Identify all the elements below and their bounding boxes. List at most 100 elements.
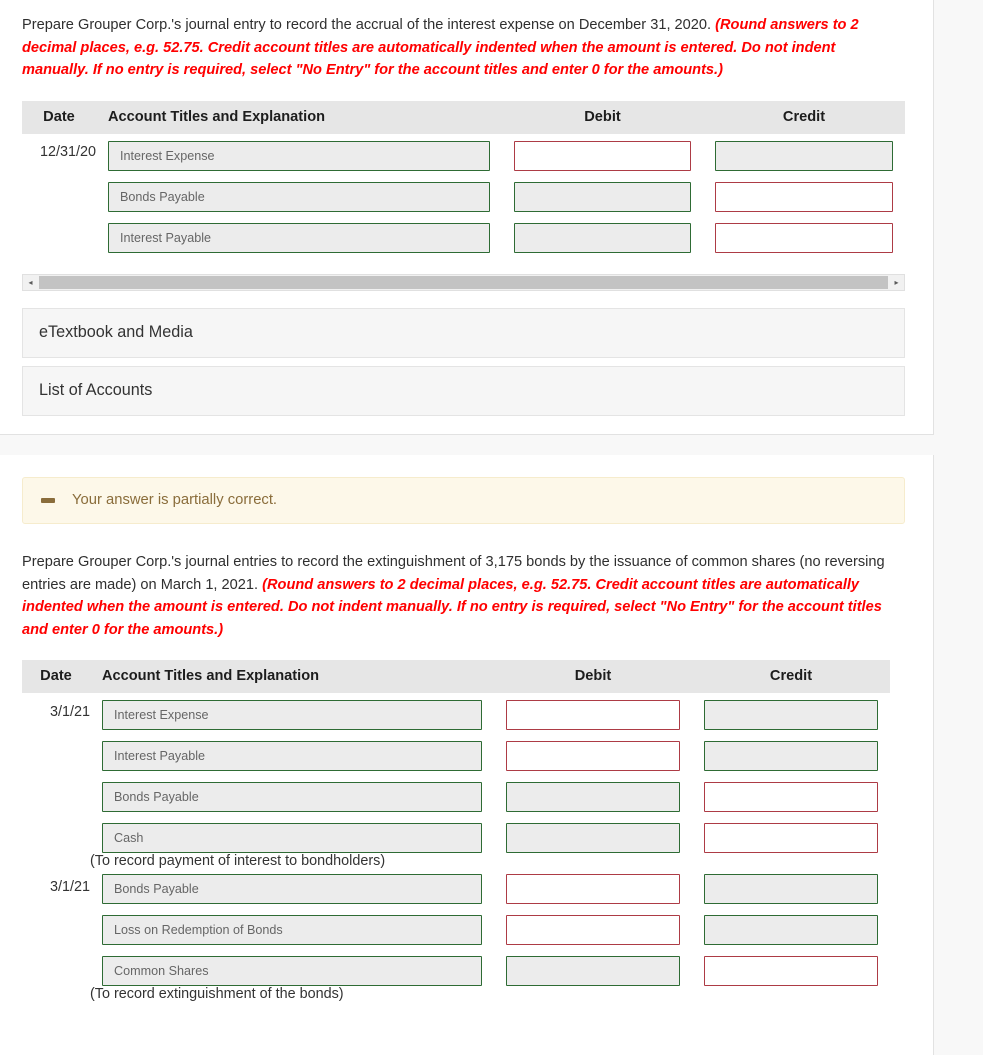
cell-account: Interest Payable <box>96 212 502 253</box>
account-title-select-6[interactable]: Loss on Redemption of Bonds <box>102 915 482 945</box>
table-row: Bonds Payable <box>22 171 905 212</box>
cell-credit <box>692 869 890 904</box>
debit-amount-input-3[interactable] <box>514 222 691 253</box>
scrollbar-thumb[interactable] <box>39 275 888 289</box>
cell-credit <box>692 812 890 853</box>
credit-amount-input-1[interactable] <box>704 700 878 730</box>
prompt-part-two: Prepare Grouper Corp.'s journal entries … <box>22 551 904 641</box>
cell-date: 3/1/21 <box>49 703 90 720</box>
cell-date <box>22 945 90 986</box>
question-card-part-one: Prepare Grouper Corp.'s journal entry to… <box>0 0 934 435</box>
credit-amount-input-3[interactable] <box>715 222 893 253</box>
account-title-select-1[interactable]: Interest Expense <box>108 140 490 171</box>
question-card-part-two: Your answer is partially correct. Prepar… <box>0 455 934 1055</box>
cell-date-empty <box>22 853 90 869</box>
debit-amount-input-7[interactable] <box>506 956 680 986</box>
cell-debit <box>494 812 692 853</box>
column-header-account: Account Titles and Explanation <box>96 100 502 134</box>
cell-credit <box>703 212 905 253</box>
etextbook-and-media-panel[interactable]: eTextbook and Media <box>22 307 905 358</box>
scroll-right-arrow-icon[interactable]: ▸ <box>889 274 904 290</box>
cell-debit <box>494 693 692 730</box>
debit-amount-input-6[interactable] <box>506 915 680 945</box>
cell-date <box>22 171 96 212</box>
cell-date <box>22 730 90 771</box>
account-title-select-1[interactable]: Interest Expense <box>102 700 482 730</box>
credit-amount-input-3[interactable] <box>704 782 878 812</box>
cell-debit <box>494 904 692 945</box>
debit-amount-input-5[interactable] <box>506 874 680 904</box>
credit-amount-input-2[interactable] <box>704 741 878 771</box>
table-row: Common Shares <box>22 945 890 986</box>
column-header-account: Account Titles and Explanation <box>90 660 494 693</box>
debit-amount-input-3[interactable] <box>506 782 680 812</box>
cell-account: Loss on Redemption of Bonds <box>90 904 494 945</box>
column-header-date: Date <box>22 660 90 693</box>
etextbook-and-media-label: eTextbook and Media <box>39 322 193 341</box>
memo-extinguishment-of-bonds: (To record extinguishment of the bonds) <box>90 986 344 1002</box>
cell-debit <box>494 869 692 904</box>
account-title-select-7[interactable]: Common Shares <box>102 956 482 986</box>
table-row: Bonds Payable <box>22 771 890 812</box>
status-banner-text: Your answer is partially correct. <box>72 492 278 508</box>
cell-credit <box>692 771 890 812</box>
table-row: 3/1/21 Bonds Payable <box>22 869 890 904</box>
credit-amount-input-5[interactable] <box>704 874 878 904</box>
cell-account: Cash <box>90 812 494 853</box>
table-row: 3/1/21 Interest Expense <box>22 693 890 730</box>
table-body: 12/31/20 Interest Expense Bonds Payable … <box>22 134 905 253</box>
cell-account: Interest Expense <box>96 134 502 171</box>
credit-amount-input-6[interactable] <box>704 915 878 945</box>
account-title-select-3[interactable]: Interest Payable <box>108 222 490 253</box>
account-title-select-4[interactable]: Cash <box>102 823 482 853</box>
cell-debit <box>502 134 703 171</box>
cell-date <box>22 212 96 253</box>
cell-credit <box>692 693 890 730</box>
account-title-select-3[interactable]: Bonds Payable <box>102 782 482 812</box>
memo-payment-of-interest: (To record payment of interest to bondho… <box>90 853 386 869</box>
table-header-row: Date Account Titles and Explanation Debi… <box>22 100 905 134</box>
table-header-row: Date Account Titles and Explanation Debi… <box>22 660 890 693</box>
cell-account: Bonds Payable <box>90 869 494 904</box>
journal-entry-table-part-one: Date Account Titles and Explanation Debi… <box>22 100 905 253</box>
debit-amount-input-1[interactable] <box>506 700 680 730</box>
credit-amount-input-7[interactable] <box>704 956 878 986</box>
cell-debit <box>494 771 692 812</box>
debit-amount-input-4[interactable] <box>506 823 680 853</box>
account-title-select-2[interactable]: Bonds Payable <box>108 181 490 212</box>
cell-credit <box>692 730 890 771</box>
cell-debit <box>494 945 692 986</box>
journal-entry-table-part-two: Date Account Titles and Explanation Debi… <box>22 660 890 1002</box>
cell-credit <box>703 134 905 171</box>
column-header-debit: Debit <box>494 660 692 693</box>
table-body: 3/1/21 Interest Expense Interest Payable… <box>22 693 890 1002</box>
cell-credit <box>692 904 890 945</box>
credit-amount-input-1[interactable] <box>715 140 893 171</box>
table-row-memo: (To record payment of interest to bondho… <box>22 853 890 869</box>
cell-account: Bonds Payable <box>90 771 494 812</box>
cell-account: Bonds Payable <box>96 171 502 212</box>
account-title-select-5[interactable]: Bonds Payable <box>102 874 482 904</box>
table-horizontal-scrollbar[interactable]: ◂ ▸ <box>22 273 905 291</box>
column-header-credit: Credit <box>692 660 890 693</box>
cell-credit <box>692 945 890 986</box>
prompt-part-one: Prepare Grouper Corp.'s journal entry to… <box>22 0 904 82</box>
account-title-select-2[interactable]: Interest Payable <box>102 741 482 771</box>
status-banner-partially-correct: Your answer is partially correct. <box>22 477 905 524</box>
credit-amount-input-2[interactable] <box>715 181 893 212</box>
cell-date: 3/1/21 <box>49 878 90 895</box>
column-header-credit: Credit <box>703 100 905 134</box>
scroll-left-arrow-icon[interactable]: ◂ <box>23 274 38 290</box>
minus-dash-icon <box>41 497 55 503</box>
cell-account: Interest Payable <box>90 730 494 771</box>
table-row-memo: (To record extinguishment of the bonds) <box>22 986 890 1002</box>
credit-amount-input-4[interactable] <box>704 823 878 853</box>
cell-date-empty <box>22 986 90 1002</box>
debit-amount-input-2[interactable] <box>506 741 680 771</box>
prompt-text: Prepare Grouper Corp.'s journal entry to… <box>22 17 716 33</box>
table-row: 12/31/20 Interest Expense <box>22 134 905 171</box>
debit-amount-input-1[interactable] <box>514 140 691 171</box>
list-of-accounts-panel[interactable]: List of Accounts <box>22 365 905 416</box>
debit-amount-input-2[interactable] <box>514 181 691 212</box>
cell-debit <box>502 212 703 253</box>
